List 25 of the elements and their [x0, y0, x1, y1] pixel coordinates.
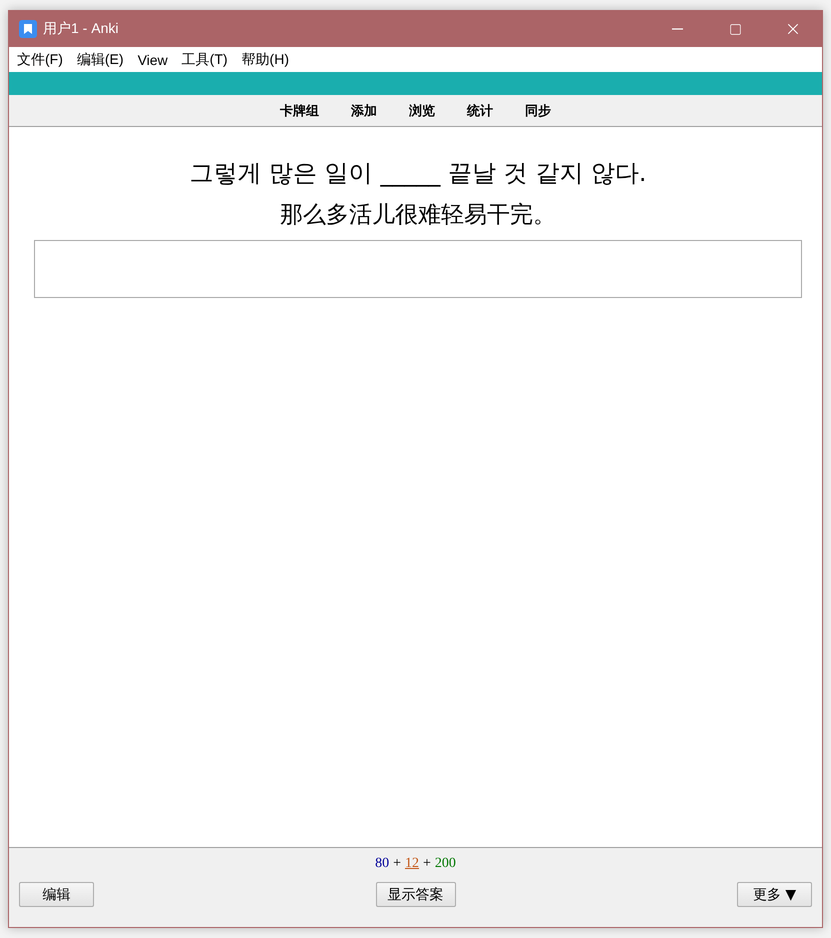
- app-icon: [19, 20, 37, 38]
- more-button[interactable]: 更多 ▼: [737, 882, 812, 907]
- menu-item[interactable]: 工具(T): [176, 50, 236, 68]
- toolbar-link[interactable]: 同步: [525, 102, 551, 120]
- answer-field[interactable]: [34, 240, 802, 298]
- toolbar-link[interactable]: 卡牌组: [280, 102, 319, 120]
- question-text: 그렇게 많은 일이 _____ 끝날 것 같지 않다.: [189, 158, 647, 189]
- card-count: 200: [434, 856, 456, 872]
- minimize-icon: [672, 28, 682, 30]
- card-count: 80: [375, 856, 390, 872]
- show-answer-button[interactable]: 显示答案: [376, 882, 456, 907]
- card-count: 12: [405, 856, 419, 872]
- menu-item[interactable]: View: [132, 52, 176, 68]
- edit-button[interactable]: 编辑: [19, 882, 94, 907]
- toolbar-link[interactable]: 添加: [351, 102, 377, 120]
- toolbar-link[interactable]: 统计: [467, 102, 493, 120]
- menu-item[interactable]: 文件(F): [11, 50, 71, 68]
- card-count: +: [393, 856, 401, 872]
- card-count: +: [423, 856, 431, 872]
- menu-item[interactable]: 编辑(E): [70, 50, 132, 68]
- maximize-icon: [728, 22, 742, 36]
- toolbar-link[interactable]: 浏览: [409, 102, 435, 120]
- menu-item[interactable]: 帮助(H): [236, 50, 297, 68]
- window-title: 用户1 - Anki: [43, 20, 120, 38]
- hint-text: 那么多活儿很难轻易干完。: [280, 201, 556, 230]
